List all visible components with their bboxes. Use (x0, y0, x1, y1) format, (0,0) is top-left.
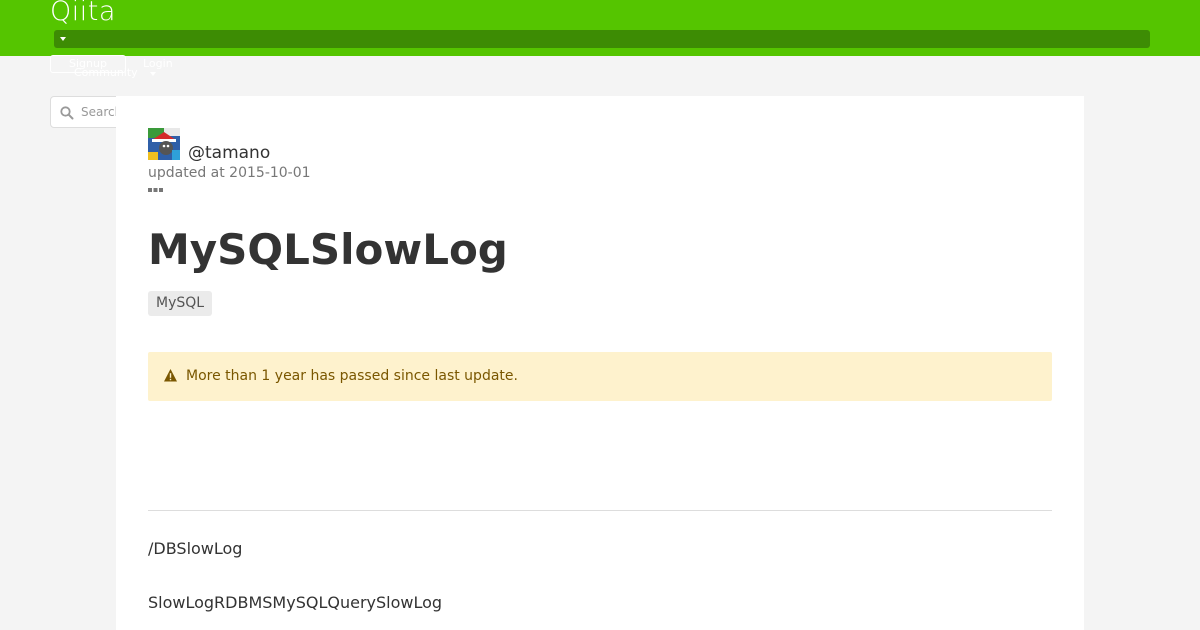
outdated-alert: More than 1 year has passed since last u… (148, 352, 1052, 401)
login-link[interactable]: Login (143, 56, 173, 72)
tag-mysql[interactable]: MySQL (148, 291, 213, 316)
author-username[interactable]: @tamano (188, 142, 270, 164)
more-horizontal-icon[interactable] (148, 187, 164, 193)
warning-triangle-icon (164, 369, 177, 382)
caret-down-icon[interactable] (60, 37, 66, 41)
qiita-logo[interactable]: Qiita (50, 0, 116, 28)
paragraph: SlowLogRDBMSMySQLQuerySlowLog (148, 593, 443, 612)
search-icon (60, 106, 74, 120)
top-header: Qiita (0, 0, 1200, 56)
community-menu[interactable]: Community (74, 66, 138, 80)
alert-message: More than 1 year has passed since last u… (186, 368, 518, 384)
content-divider (148, 510, 1052, 511)
community-caret-down-icon[interactable] (150, 72, 156, 76)
article-title: MySQLSlowLog (148, 225, 508, 274)
header-menu-bar[interactable] (54, 30, 1150, 48)
author-avatar[interactable] (148, 128, 180, 160)
updated-date: updated at 2015-10-01 (148, 165, 311, 181)
paragraph: /DBSlowLog (148, 539, 243, 558)
